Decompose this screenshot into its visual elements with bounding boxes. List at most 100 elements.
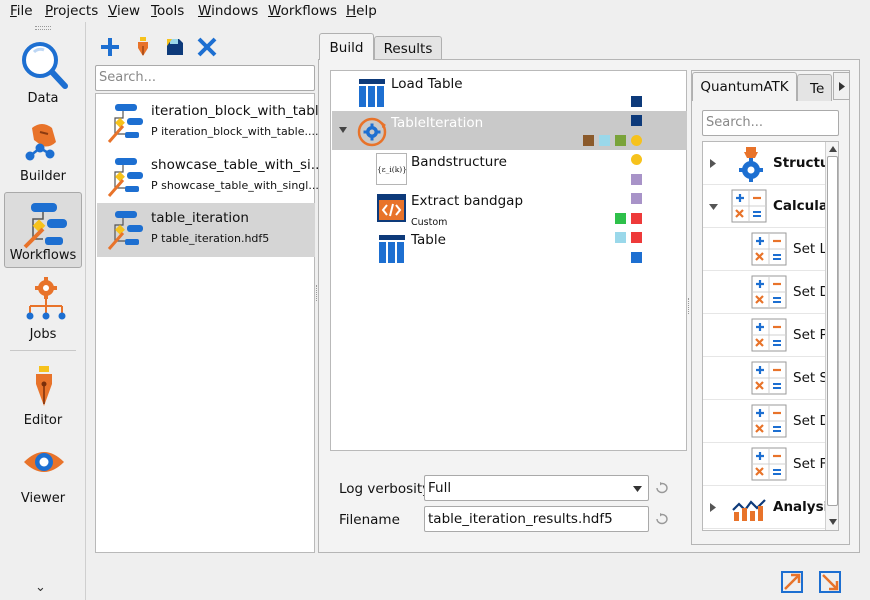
menu-tools[interactable]: Tools — [151, 3, 184, 19]
workflow-search-input[interactable]: Search... — [95, 65, 315, 91]
workflow-list-item[interactable]: showcase_table_with_si... P showcase_tab… — [97, 150, 324, 204]
input-port[interactable] — [631, 232, 642, 243]
output-port[interactable] — [631, 213, 642, 224]
tree-node-label: Bandstructure — [411, 154, 507, 170]
palette-item-set[interactable]: Set F — [703, 443, 827, 486]
palette-tab-quantumatk[interactable]: QuantumATK — [692, 72, 797, 101]
formula-icon: {ε_i(k)} — [376, 153, 407, 185]
save-icon[interactable] — [164, 36, 186, 58]
palette-category-structure[interactable]: Structur — [703, 142, 836, 185]
output-port[interactable] — [631, 174, 642, 185]
palette-row-label: Set P — [793, 327, 828, 343]
tree-node-bandstructure[interactable]: {ε_i(k)} Bandstructure — [332, 150, 687, 189]
input-port[interactable] — [615, 135, 626, 146]
palette-scrollbar-thumb[interactable] — [827, 156, 838, 506]
rail-workflows-label: Workflows — [9, 248, 77, 263]
calculator-icon — [751, 318, 787, 352]
builder-hand-icon — [25, 124, 56, 161]
pen-nib-icon — [36, 366, 52, 406]
palette-category-analysis[interactable]: Analysis — [703, 486, 836, 529]
palette-scrollbar[interactable] — [825, 142, 838, 530]
expand-arrow-icon[interactable] — [710, 503, 716, 512]
menu-windows[interactable]: Windows — [198, 3, 258, 19]
collapse-arrow-icon[interactable] — [709, 204, 718, 210]
left-rail: Data Builder Workflows Jobs Editor Viewe… — [0, 22, 86, 600]
rail-builder-label: Builder — [20, 169, 66, 184]
rail-viewer-button[interactable]: Viewer — [4, 434, 82, 510]
menu-view[interactable]: View — [108, 3, 140, 19]
export-icon[interactable] — [818, 570, 842, 594]
workflow-list: iteration_block_with_table P iteration_b… — [95, 93, 327, 553]
analysis-chart-icon — [732, 499, 766, 521]
palette-item-set[interactable]: Set D — [703, 271, 830, 314]
palette-row-label: Set L — [793, 241, 827, 257]
expand-arrow-icon[interactable] — [710, 159, 716, 168]
splitter-handle[interactable] — [688, 298, 690, 314]
tree-node-load-table[interactable]: Load Table — [332, 72, 687, 111]
tab-scroll-right-button[interactable] — [833, 72, 850, 100]
rail-editor-label: Editor — [23, 413, 63, 428]
scroll-up-arrow-icon[interactable] — [829, 146, 837, 152]
input-port[interactable] — [583, 135, 594, 146]
rail-builder-button[interactable]: Builder — [4, 112, 82, 188]
rail-grip[interactable] — [35, 26, 51, 30]
palette-row-label: Set S — [793, 370, 829, 386]
import-icon[interactable] — [780, 570, 804, 594]
add-icon[interactable] — [99, 36, 121, 58]
rail-jobs-button[interactable]: Jobs — [4, 270, 82, 346]
log-verbosity-select[interactable]: Full — [424, 475, 649, 501]
input-port[interactable] — [631, 193, 642, 204]
palette-category-calculators[interactable]: Calculat — [703, 185, 834, 228]
menu-projects[interactable]: Projects — [45, 3, 98, 19]
reset-link-icon[interactable] — [654, 512, 670, 526]
rail-more-chevron-icon[interactable]: ⌄ — [35, 580, 46, 595]
input-port[interactable] — [599, 135, 610, 146]
rail-divider — [10, 350, 76, 351]
output-port[interactable] — [631, 115, 642, 126]
menu-workflows[interactable]: Workflows — [268, 3, 337, 19]
output-port[interactable] — [631, 135, 642, 146]
input-port[interactable] — [615, 232, 626, 243]
output-port[interactable] — [615, 213, 626, 224]
workflow-file-icon — [107, 211, 143, 250]
edit-pen-icon[interactable] — [133, 36, 153, 58]
calculator-icon — [751, 447, 787, 481]
palette-search-input[interactable]: Search... — [702, 110, 839, 136]
tree-node-table[interactable]: Table — [332, 228, 687, 267]
workflow-list-item-selected[interactable]: table_iteration P table_iteration.hdf5 — [97, 203, 315, 257]
log-verbosity-value: Full — [428, 480, 452, 496]
workflow-tree: Load Table TableIteration {ε_i(k)} Bands… — [330, 70, 687, 451]
calculator-icon — [751, 404, 787, 438]
tab-build[interactable]: Build — [319, 33, 374, 60]
menu-file[interactable]: File — [10, 3, 33, 19]
palette-item-set[interactable]: Set P — [703, 314, 828, 357]
expand-arrow-icon[interactable] — [338, 126, 348, 134]
magnifier-icon — [22, 42, 68, 89]
workflow-title: table_iteration — [151, 210, 249, 226]
menu-help[interactable]: Help — [346, 3, 377, 19]
tree-node-table-iteration[interactable]: TableIteration — [332, 111, 687, 150]
workflow-subtitle: P showcase_table_with_singl... — [151, 179, 319, 192]
scroll-down-arrow-icon[interactable] — [829, 519, 837, 525]
input-port[interactable] — [631, 154, 642, 165]
output-port[interactable] — [631, 252, 642, 263]
palette-item-set[interactable]: Set S — [703, 357, 829, 400]
rail-workflows-button[interactable]: Workflows — [4, 192, 82, 268]
rail-editor-button[interactable]: Editor — [4, 356, 82, 432]
filename-input[interactable]: table_iteration_results.hdf5 — [424, 506, 649, 532]
output-port[interactable] — [631, 96, 642, 107]
filename-label: Filename — [339, 512, 400, 528]
workflow-file-icon — [107, 158, 143, 197]
workflow-list-item[interactable]: iteration_block_with_table P iteration_b… — [97, 96, 327, 150]
table-icon — [379, 235, 405, 263]
splitter-handle[interactable] — [316, 285, 318, 301]
rail-data-button[interactable]: Data — [4, 34, 82, 110]
palette-item-set[interactable]: Set D — [703, 400, 830, 443]
palette-item-set[interactable]: Set L — [703, 228, 827, 271]
tab-results[interactable]: Results — [374, 36, 442, 60]
palette-tab-next[interactable]: Te — [797, 74, 832, 101]
tree-node-extract-bandgap[interactable]: Extract bandgap Custom — [332, 189, 687, 228]
delete-icon[interactable] — [196, 36, 218, 58]
calculator-icon — [731, 189, 767, 223]
reset-link-icon[interactable] — [654, 481, 670, 495]
